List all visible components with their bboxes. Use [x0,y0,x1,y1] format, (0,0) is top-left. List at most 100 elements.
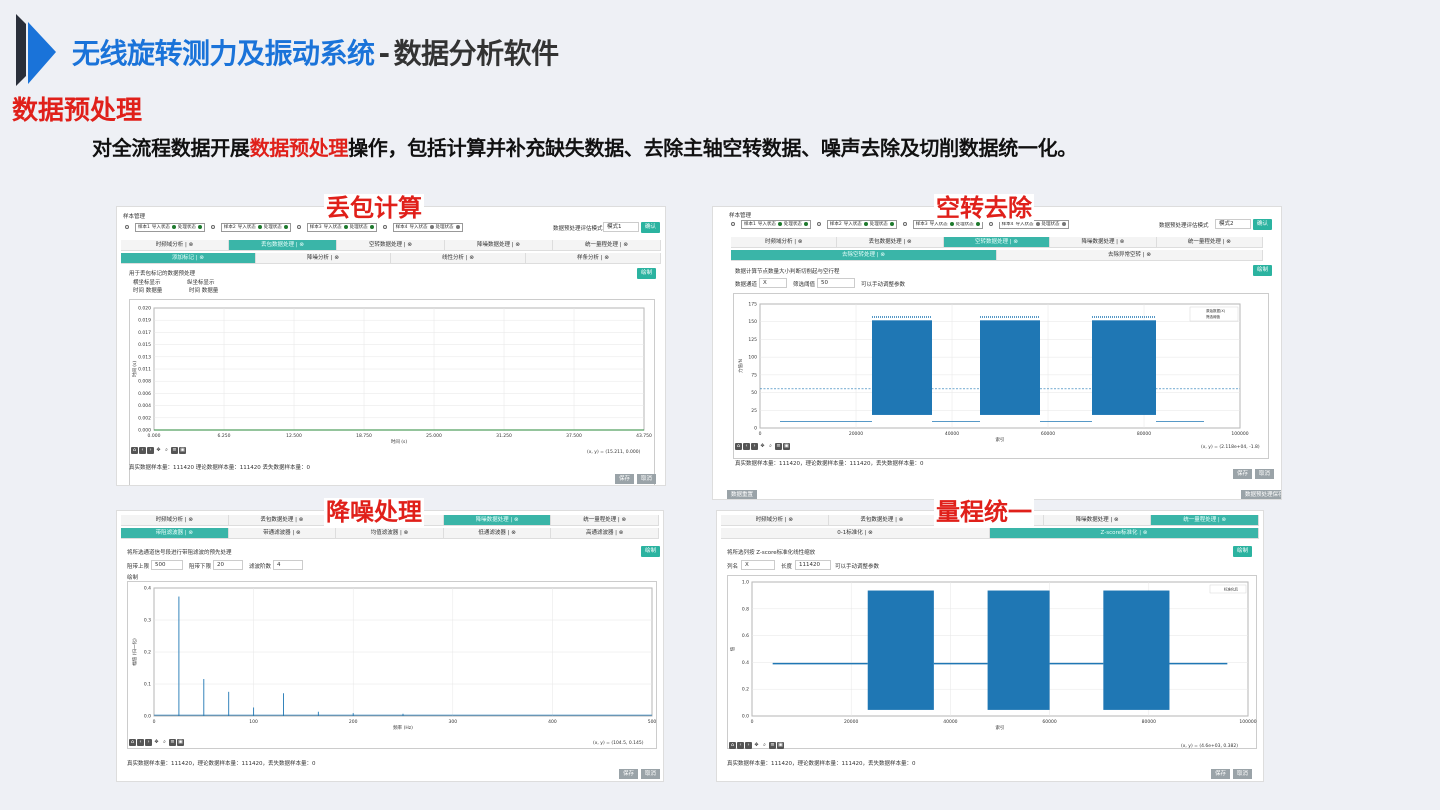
tab-range[interactable]: 统一量程处理 | ⊗ [551,515,659,526]
subtab-minmax[interactable]: 0-1标准化 | ⊗ [721,528,990,539]
back-icon[interactable]: ‹ [737,742,744,749]
forward-icon[interactable]: › [745,742,752,749]
confirm-button[interactable]: 确认 [641,222,661,233]
subtab-remove-abnormal[interactable]: 去除异常空转 | ⊗ [997,250,1263,261]
save-icon[interactable]: ▣ [783,443,790,450]
sample-group-2[interactable]: 样本2 导入状态 处理状态 [826,219,897,229]
confirm-button[interactable]: 确认 [1253,219,1273,230]
subtab-bandstop[interactable]: 带阻滤波器 | ⊗ [121,528,229,539]
subtab-spline[interactable]: 样条分析 | ⊗ [526,253,661,264]
zoom-icon[interactable]: ⌕ [163,447,170,454]
tab-time-freq[interactable]: 时频域分析 | ⊗ [731,237,838,248]
save-icon[interactable]: ▣ [179,447,186,454]
subtab-remove-idle[interactable]: 去除空转处理 | ⊗ [731,250,997,261]
tab-denoise[interactable]: 降噪数据处理 | ⊗ [445,240,553,251]
threshold-input[interactable]: 50 [817,278,855,288]
mode-select[interactable]: 模式1 [603,222,639,232]
sample-group-1[interactable]: 样本1 导入状态 处理状态 [135,222,205,232]
save-icon[interactable]: ▣ [777,742,784,749]
column-select[interactable]: X [741,560,775,570]
save-button[interactable]: 保存 [1211,769,1231,779]
tab-packet-loss[interactable]: 丢包数据处理 | ⊗ [228,515,337,526]
draw-button[interactable]: 绘制 [1253,265,1273,276]
back-icon[interactable]: ‹ [137,739,144,746]
reset-button[interactable]: 数据重置 [727,490,758,499]
subtab-highpass[interactable]: 高通滤波器 | ⊗ [551,528,659,539]
forward-icon[interactable]: › [147,447,154,454]
config-icon[interactable]: ≡ [171,447,178,454]
home-icon[interactable]: ⌂ [729,742,736,749]
sample-group-4[interactable]: 样本4 导入状态 处理状态 [392,222,463,232]
mode-select[interactable]: 模式2 [1215,219,1251,229]
tab-idle[interactable]: 空转数据处理 | ⊗ [943,237,1051,248]
config-icon[interactable]: ≡ [769,742,776,749]
zoom-icon[interactable]: ⌕ [761,742,768,749]
radio-sample-3[interactable] [296,225,301,229]
length-input[interactable]: 111420 [795,560,831,570]
back-icon[interactable]: ‹ [743,443,750,450]
save-button[interactable]: 保存 [615,474,635,484]
radio-sample-4[interactable] [988,222,993,226]
back-icon[interactable]: ‹ [139,447,146,454]
sample-group-3[interactable]: 样本3 导入状态 处理状态 [306,222,377,232]
radio-sample-3[interactable] [902,222,907,226]
radio-sample-4[interactable] [382,225,387,229]
subtab-zscore[interactable]: Z-score标准化 | ⊗ [990,528,1259,539]
config-icon[interactable]: ≡ [169,739,176,746]
pan-icon[interactable]: ✥ [759,443,766,450]
radio-group-y[interactable]: 时间 数据量 [189,286,218,294]
save-icon[interactable]: ▣ [177,739,184,746]
tab-time-freq[interactable]: 时频域分析 | ⊗ [121,515,229,526]
tab-idle[interactable]: 空转数据处理 | ⊗ [337,240,445,251]
sample-group-2[interactable]: 样本2 导入状态 处理状态 [220,222,291,232]
tab-range[interactable]: 统一量程处理 | ⊗ [1156,237,1264,248]
sample-group-1[interactable]: 样本1 导入状态 处理状态 [741,219,811,229]
tab-packet-loss[interactable]: 丢包数据处理 | ⊗ [229,240,337,251]
draw-button[interactable]: 绘制 [637,268,657,279]
subtab-denoise[interactable]: 降噪分析 | ⊗ [256,253,391,264]
subtab-mark[interactable]: 添加标记 | ⊗ [121,253,256,264]
tab-range[interactable]: 统一量程处理 | ⊗ [553,240,661,251]
radio-sample-1[interactable] [731,222,735,226]
tab-time-freq[interactable]: 时频域分析 | ⊗ [121,240,229,251]
tab-denoise[interactable]: 降噪数据处理 | ⊗ [1043,515,1152,526]
home-icon[interactable]: ⌂ [131,447,138,454]
radio-sample-2[interactable] [816,222,821,226]
cancel-button[interactable]: 取消 [1255,469,1275,479]
forward-icon[interactable]: › [751,443,758,450]
subtab-mean[interactable]: 均值滤波器 | ⊗ [336,528,444,539]
subtab-linear[interactable]: 线性分析 | ⊗ [391,253,526,264]
upper-input[interactable]: 500 [151,560,183,570]
home-icon[interactable]: ⌂ [735,443,742,450]
draw-button[interactable]: 绘制 [1233,546,1253,557]
tab-packet-loss[interactable]: 丢包数据处理 | ⊗ [837,237,944,248]
lower-input[interactable]: 20 [213,560,243,570]
pan-icon[interactable]: ✥ [753,742,760,749]
cancel-button[interactable]: 取消 [1233,769,1253,779]
zoom-icon[interactable]: ⌕ [767,443,774,450]
tab-range[interactable]: 统一量程处理 | ⊗ [1151,515,1259,526]
save-all-button[interactable]: 数据预处理保存 [1241,490,1281,499]
forward-icon[interactable]: › [145,739,152,746]
cancel-button[interactable]: 取消 [641,769,661,779]
save-button[interactable]: 保存 [619,769,639,779]
radio-group-x[interactable]: 时间 数据量 [133,286,162,294]
save-button[interactable]: 保存 [1233,469,1253,479]
draw-button[interactable]: 绘制 [641,546,661,557]
home-icon[interactable]: ⌂ [129,739,136,746]
tab-time-freq[interactable]: 时频域分析 | ⊗ [721,515,829,526]
channel-select[interactable]: X [759,278,787,288]
subtab-lowpass[interactable]: 低通滤波器 | ⊗ [443,528,552,539]
config-icon[interactable]: ≡ [775,443,782,450]
subtab-bandpass[interactable]: 带通滤波器 | ⊗ [228,528,337,539]
radio-sample-1[interactable] [125,225,129,229]
order-input[interactable]: 4 [273,560,303,570]
pan-icon[interactable]: ✥ [153,739,160,746]
tab-denoise[interactable]: 降噪数据处理 | ⊗ [443,515,552,526]
tab-packet-loss[interactable]: 丢包数据处理 | ⊗ [828,515,937,526]
cancel-button[interactable]: 取消 [637,474,657,484]
pan-icon[interactable]: ✥ [155,447,162,454]
radio-sample-2[interactable] [210,225,215,229]
zoom-icon[interactable]: ⌕ [161,739,168,746]
tab-denoise[interactable]: 降噪数据处理 | ⊗ [1050,237,1157,248]
